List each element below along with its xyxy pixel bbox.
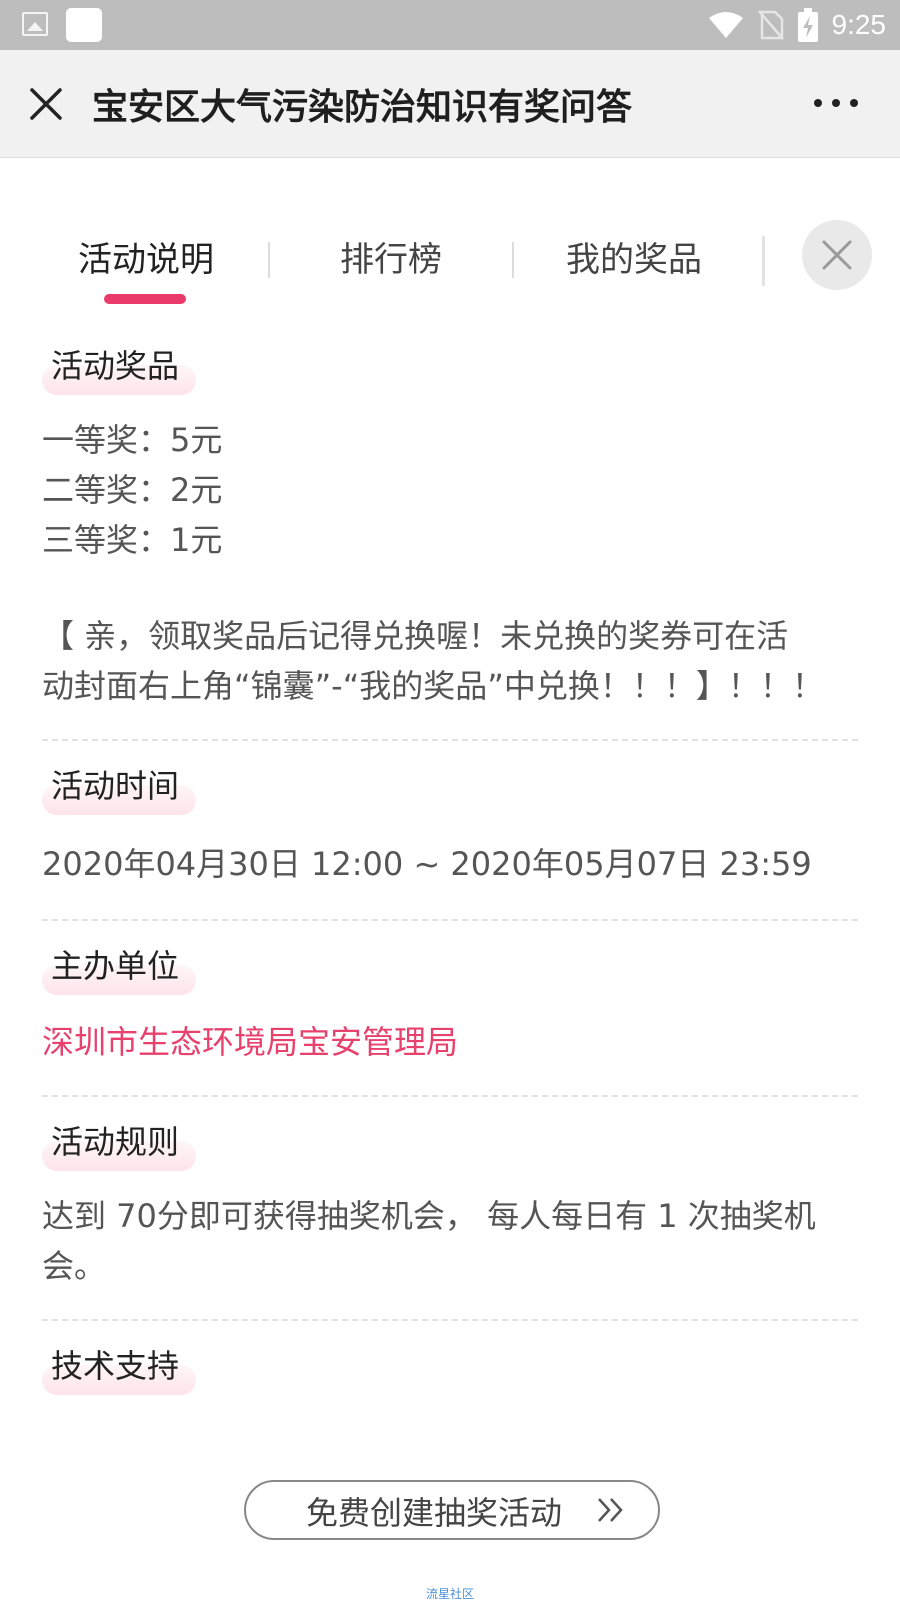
tab-my-prizes[interactable]: 我的奖品 [566,232,702,281]
rules-line: 达到 70分即可获得抽奖机会， 每人每日有 1 次抽奖机 [42,1197,816,1235]
tab-activity-info[interactable]: 活动说明 [78,232,214,281]
prizes-section: 活动奖品 一等奖：5元 二等奖：2元 三等奖：1元 【 亲，领取奖品后记得兑换喔… [42,335,858,739]
tab-bar: 活动说明 排行榜 我的奖品 [0,210,900,310]
close-icon[interactable] [26,84,66,124]
notice-line: 动封面右上角“锦囊”-“我的奖品”中兑换！！！】！！！ [42,667,824,705]
section-title: 技术支持 [51,1347,180,1385]
double-chevron-right-icon [598,1498,623,1522]
activity-time: 2020年04月30日 12:00 ~ 2020年05月07日 23:59 [42,845,812,883]
section-title: 主办单位 [51,947,180,985]
activity-info-panel: 活动奖品 一等奖：5元 二等奖：2元 三等奖：1元 【 亲，领取奖品后记得兑换喔… [42,335,858,1401]
photo-icon [22,12,48,36]
organizer-name: 深圳市生态环境局宝安管理局 [42,1023,459,1061]
no-sim-icon [757,10,784,40]
wifi-icon [708,12,743,38]
clock: 9:25 [831,9,887,40]
section-heading: 主办单位 [42,935,858,1001]
rules-line: 会。 [42,1247,107,1285]
status-bar: 9:25 [0,0,900,50]
battery-charging-icon [797,8,818,42]
section-heading: 技术支持 [42,1335,858,1401]
section-heading: 活动时间 [42,755,858,821]
support-section: 技术支持 [42,1321,858,1401]
rules-section: 活动规则 达到 70分即可获得抽奖机会， 每人每日有 1 次抽奖机 会。 [42,1097,858,1319]
rules-text: 达到 70分即可获得抽奖机会， 每人每日有 1 次抽奖机 会。 [42,1191,858,1291]
notice-line: 【 亲，领取奖品后记得兑换喔！未兑换的奖券可在活 [42,617,789,655]
section-title: 活动时间 [51,767,180,805]
panel-close-button[interactable] [802,220,872,290]
tab-divider [512,242,514,278]
create-lottery-button[interactable]: 免费创建抽奖活动 [244,1480,660,1540]
prize-first: 一等奖：5元 [42,421,223,459]
section-title: 活动规则 [51,1123,180,1161]
create-button-label: 免费创建抽奖活动 [306,1494,563,1532]
status-icons: 9:25 [708,6,887,44]
footer-brand: 流星社区 [425,1587,474,1600]
section-heading: 活动规则 [42,1111,858,1177]
title-bar: 宝安区大气污染防治知识有奖问答 [0,50,900,158]
section-title: 活动奖品 [51,347,180,385]
prize-third: 三等奖：1元 [42,521,223,559]
section-heading: 活动奖品 [42,335,858,401]
more-icon[interactable] [812,88,860,118]
page-title: 宝安区大气污染防治知识有奖问答 [92,87,633,128]
prize-list: 一等奖：5元 二等奖：2元 三等奖：1元 [42,415,858,565]
tab-leaderboard[interactable]: 排行榜 [340,232,442,281]
tab-divider [268,242,270,278]
app-icon [66,8,102,42]
organizer-section: 主办单位 深圳市生态环境局宝安管理局 [42,921,858,1095]
prize-second: 二等奖：2元 [42,471,223,509]
tab-divider [762,236,765,286]
redeem-notice: 【 亲，领取奖品后记得兑换喔！未兑换的奖券可在活 动封面右上角“锦囊”-“我的奖… [42,611,858,711]
active-tab-indicator [104,294,186,304]
time-section: 活动时间 2020年04月30日 12:00 ~ 2020年05月07日 23:… [42,741,858,919]
close-icon [822,240,852,270]
